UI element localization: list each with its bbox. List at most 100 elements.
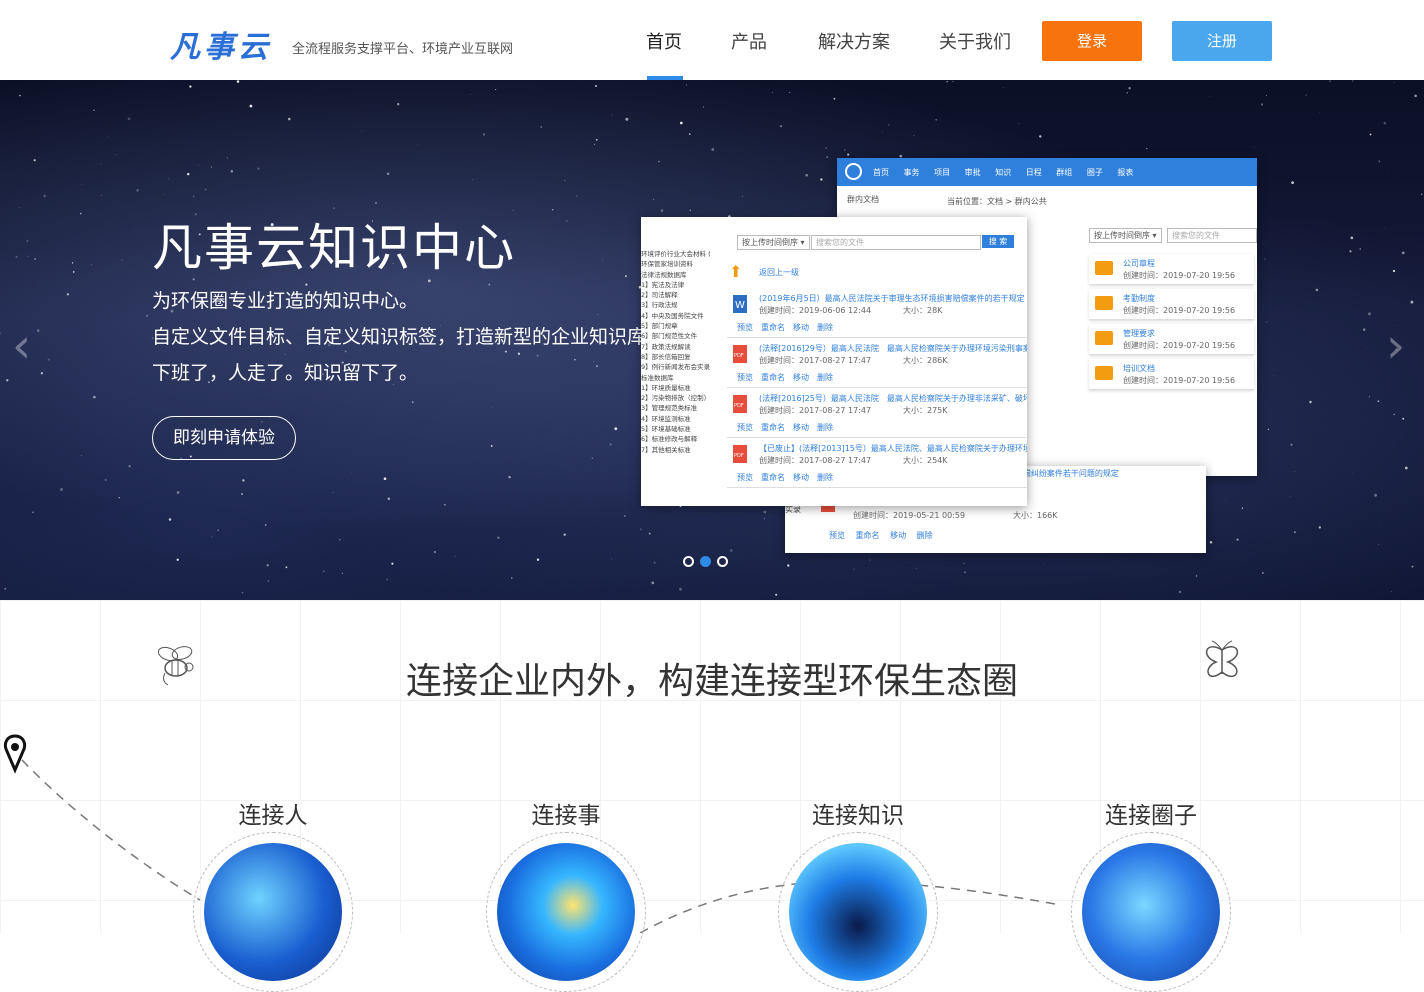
star — [19, 207, 20, 208]
preview-link[interactable]: 预览 — [737, 323, 753, 332]
search-button[interactable]: 搜 索 — [982, 235, 1014, 248]
star — [518, 353, 520, 355]
star — [888, 124, 889, 125]
tree-item[interactable]: 7】其他相关标准 — [641, 445, 715, 455]
doc-row[interactable]: PDF (法释[2016]25号）最高人民法院 最高人民检察院关于办理非法采矿、… — [727, 391, 1027, 438]
tree-item[interactable]: 环保管家培训资料 — [641, 259, 715, 269]
move-link[interactable]: 移动 — [793, 323, 809, 332]
chevron-left-icon[interactable]: ‹ — [12, 318, 31, 374]
sort-select[interactable]: 按上传时间倒序 ▾ — [1089, 228, 1162, 243]
tree-item[interactable]: 1】环境质量标准 — [641, 383, 715, 393]
star — [187, 173, 189, 175]
tree-item[interactable]: 4】环境监测标准 — [641, 414, 715, 424]
tree-item[interactable]: 8】部长信箱回复 — [641, 352, 715, 362]
star — [163, 194, 164, 195]
preview-link[interactable]: 预览 — [737, 473, 753, 482]
star — [444, 504, 446, 506]
rename-link[interactable]: 重命名 — [761, 473, 785, 482]
tree-item[interactable]: 3】管理规范类标准 — [641, 403, 715, 413]
tree-item[interactable]: 9】例行新闻发布会实录 — [641, 362, 715, 372]
delete-link[interactable]: 删除 — [917, 531, 933, 540]
app-menu-bar: 首页 事务 项目 审批 知识 日程 群组 圈子 报表 — [837, 158, 1257, 186]
star — [1290, 496, 1291, 497]
star — [221, 391, 222, 392]
app-menu-item[interactable]: 日程 — [1026, 168, 1042, 177]
logo[interactable]: 凡事云 — [170, 22, 272, 66]
folder-item[interactable]: 培训文档创建时间：2019-07-20 19:56 — [1089, 359, 1254, 390]
tree-item[interactable]: 3】行政法规 — [641, 300, 715, 310]
folder-item[interactable]: 考勤制度创建时间：2019-07-20 19:56 — [1089, 289, 1254, 320]
move-link[interactable]: 移动 — [890, 531, 906, 540]
register-button[interactable]: 注册 — [1172, 21, 1272, 61]
app-menu-item[interactable]: 审批 — [965, 168, 981, 177]
tree-item[interactable]: 2】司法解释 — [641, 290, 715, 300]
isometric-illustration — [497, 843, 635, 981]
back-up-link[interactable]: ⬆ 返回上一级 — [733, 267, 799, 278]
doc-row[interactable]: W (2019年6月5日）最高人民法院关于审理生态环境损害赔偿案件的若干规定（试… — [727, 291, 1027, 338]
isometric-illustration — [1082, 843, 1220, 981]
tree-item[interactable]: 1】宪法及法律 — [641, 280, 715, 290]
star — [1294, 471, 1295, 472]
tree-item[interactable]: 标准数据库 — [641, 373, 715, 383]
app-menu-item[interactable]: 圈子 — [1087, 168, 1103, 177]
preview-link[interactable]: 预览 — [737, 373, 753, 382]
move-link[interactable]: 移动 — [793, 473, 809, 482]
star — [1210, 541, 1213, 544]
tree-item[interactable]: 5】环境基础标准 — [641, 424, 715, 434]
card-image-affairs[interactable] — [486, 832, 646, 992]
tree-item[interactable]: 6】标准修改与解释 — [641, 434, 715, 444]
carousel-dot-active[interactable] — [700, 556, 711, 567]
search-input[interactable]: 搜索您的文件 — [1167, 228, 1257, 243]
card-image-knowledge[interactable] — [778, 832, 938, 992]
doc-row[interactable]: PDF 【已废止】(法释[2013]15号）最高人民法院、最高人民检察院关于办理… — [727, 441, 1027, 488]
preview-link[interactable]: 预览 — [829, 531, 845, 540]
apply-trial-button[interactable]: 即刻申请体验 — [152, 416, 296, 460]
tree-item[interactable]: 7】政策法规解读 — [641, 342, 715, 352]
folder-item[interactable]: 管理要求创建时间：2019-07-20 19:56 — [1089, 324, 1254, 355]
rename-link[interactable]: 重命名 — [856, 531, 880, 540]
star — [1266, 95, 1267, 96]
preview-link[interactable]: 预览 — [737, 423, 753, 432]
app-menu-item[interactable]: 知识 — [995, 168, 1011, 177]
app-menu-item[interactable]: 首页 — [873, 168, 889, 177]
sort-select[interactable]: 按上传时间倒序 ▾ — [737, 235, 810, 250]
rename-link[interactable]: 重命名 — [761, 373, 785, 382]
folder-item[interactable]: 公司章程创建时间：2019-07-20 19:56 — [1089, 254, 1254, 285]
app-menu-item[interactable]: 项目 — [934, 168, 950, 177]
app-menu-item[interactable]: 群组 — [1056, 168, 1072, 177]
delete-link[interactable]: 删除 — [817, 423, 833, 432]
card-image-circles[interactable] — [1071, 832, 1231, 992]
tree-item[interactable]: 5】部门规章 — [641, 321, 715, 331]
app-menu-item[interactable]: 事务 — [904, 168, 920, 177]
tree-item[interactable]: 2】污染物排放（控制） — [641, 393, 715, 403]
nav-about[interactable]: 关于我们 — [939, 28, 1011, 54]
rename-link[interactable]: 重命名 — [761, 423, 785, 432]
nav-products[interactable]: 产品 — [731, 28, 767, 54]
move-link[interactable]: 移动 — [793, 373, 809, 382]
tree-item[interactable]: 6】部门规范性文件 — [641, 331, 715, 341]
app-menu-item[interactable]: 报表 — [1117, 168, 1133, 177]
tree-item[interactable]: 法律法规数据库 — [641, 270, 715, 280]
carousel-dot[interactable] — [717, 556, 728, 567]
star — [342, 573, 343, 574]
app-sub-nav[interactable]: 群内文档 — [847, 194, 879, 205]
login-button[interactable]: 登录 — [1042, 21, 1142, 61]
nav-home[interactable]: 首页 — [646, 28, 682, 54]
nav-solutions[interactable]: 解决方案 — [818, 28, 890, 54]
card-image-people[interactable] — [193, 832, 353, 992]
move-link[interactable]: 移动 — [793, 423, 809, 432]
delete-link[interactable]: 删除 — [817, 323, 833, 332]
doc-size: 大小：166K — [1013, 510, 1058, 521]
star — [386, 579, 388, 581]
rename-link[interactable]: 重命名 — [761, 323, 785, 332]
tree-item[interactable]: 4】中央及国务院文件 — [641, 311, 715, 321]
star — [375, 202, 377, 204]
search-input[interactable]: 搜索您的文件 — [811, 235, 981, 250]
delete-link[interactable]: 删除 — [817, 373, 833, 382]
doc-row[interactable]: PDF (法释[2016]29号）最高人民法院 最高人民检察院关于办理环境污染刑… — [727, 341, 1027, 388]
tree-item[interactable]: 环境评价行业大会材料 ( — [641, 249, 715, 259]
chevron-right-icon[interactable]: › — [1386, 318, 1405, 374]
delete-link[interactable]: 删除 — [817, 473, 833, 482]
carousel-dot[interactable] — [683, 556, 694, 567]
star — [946, 81, 948, 83]
